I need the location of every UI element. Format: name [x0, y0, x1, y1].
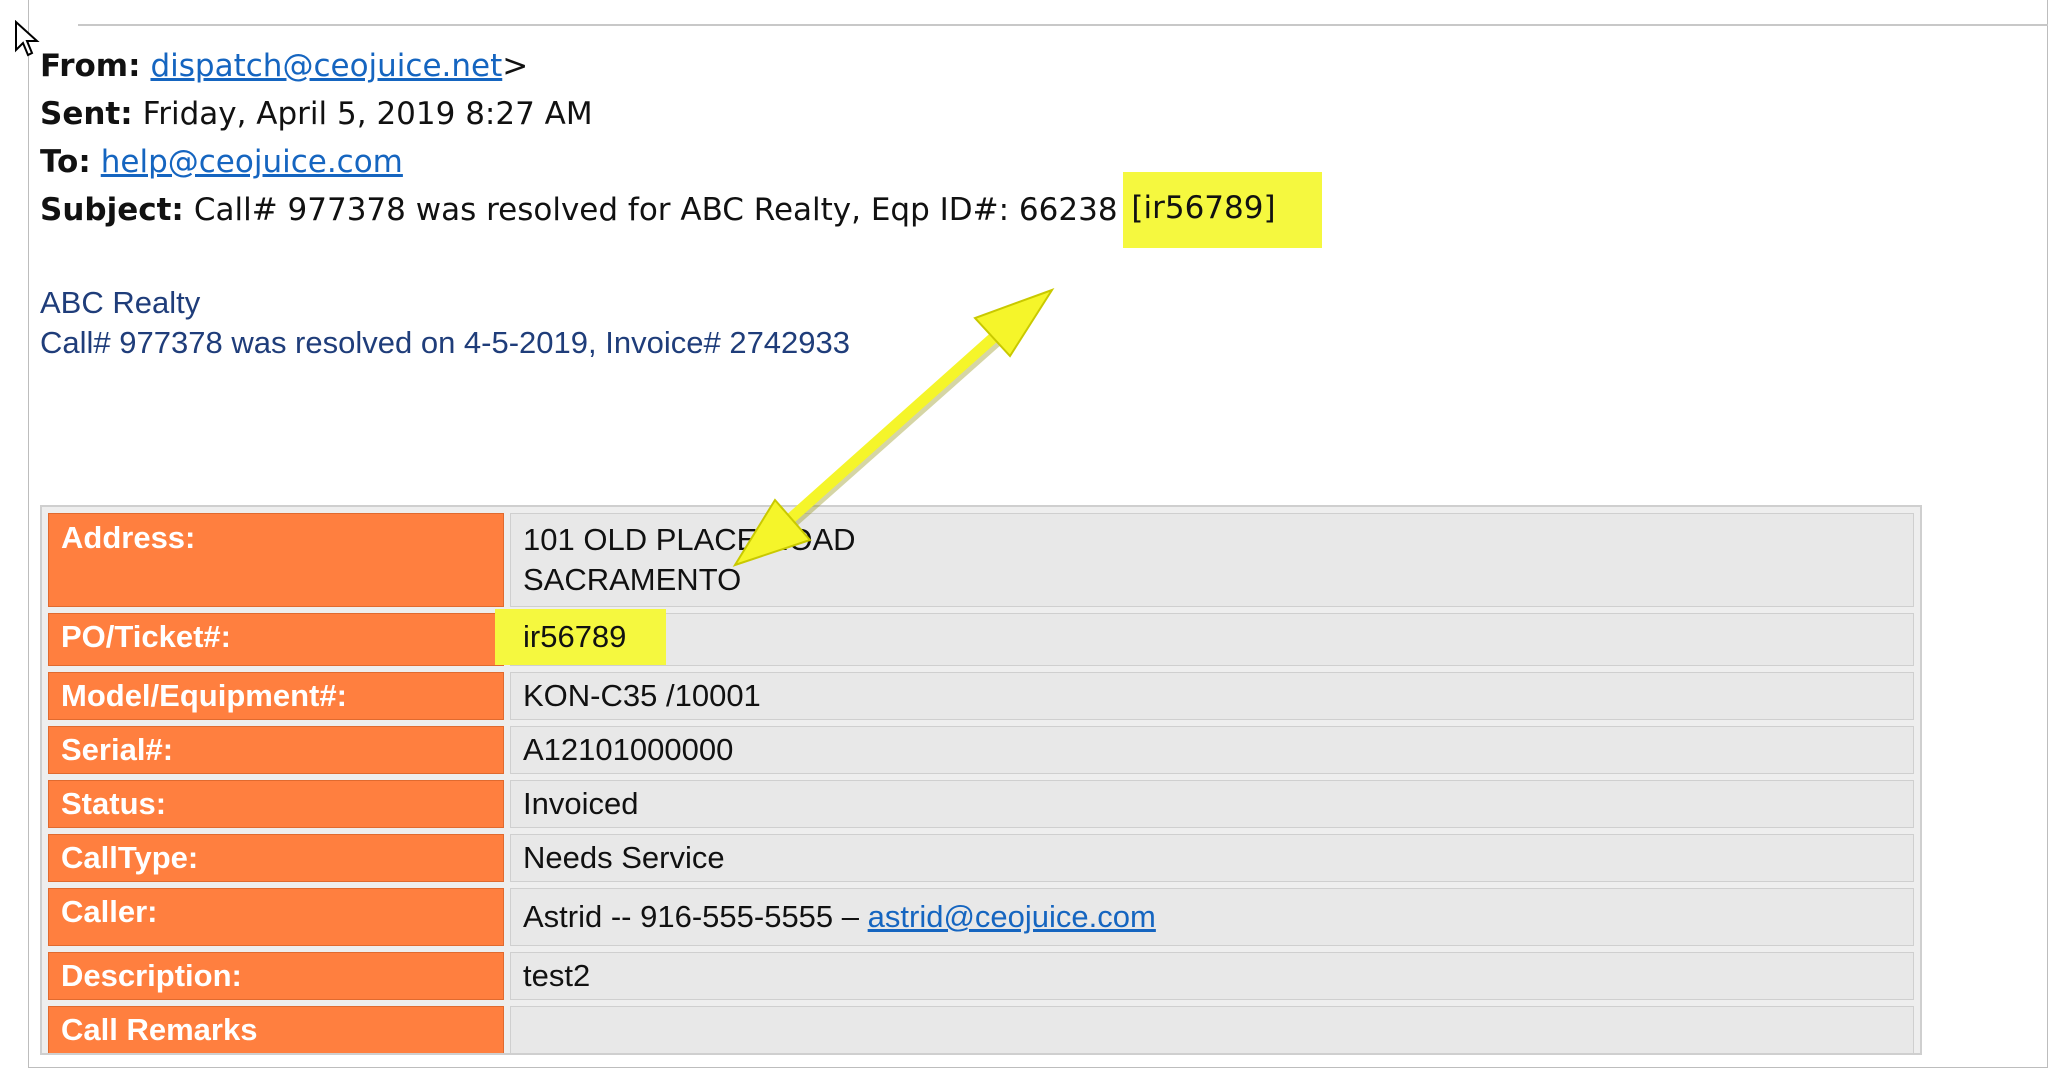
- address-line2: SACRAMENTO: [523, 562, 742, 597]
- po-value-cell: ir56789: [495, 609, 1914, 666]
- table-row: Address: 101 OLD PLACE ROAD SACRAMENTO: [48, 513, 1914, 607]
- calltype-value: Needs Service: [510, 834, 1914, 882]
- caller-email-link[interactable]: astrid@ceojuice.com: [868, 899, 1156, 934]
- from-label: From:: [40, 48, 141, 84]
- po-value: ir56789: [495, 609, 667, 665]
- to-label: To:: [40, 144, 91, 180]
- sent-value: Friday, April 5, 2019 8:27 AM: [142, 96, 593, 132]
- subject-ticket-highlight: [ir56789]: [1123, 172, 1322, 248]
- mouse-pointer-icon: [15, 20, 40, 57]
- status-label: Status:: [48, 780, 504, 828]
- email-header: From: dispatch@ceojuice.net> Sent: Friday,…: [40, 42, 1322, 248]
- subject-text: Call# 977378 was resolved for ABC Realty…: [193, 192, 1118, 228]
- caller-value: Astrid -- 916-555-5555 – astrid@ceojuice…: [510, 888, 1914, 946]
- from-row: From: dispatch@ceojuice.net>: [40, 42, 1322, 90]
- table-row: Model/Equipment#: KON-C35 /10001: [48, 672, 1914, 720]
- table-row: Status: Invoiced: [48, 780, 1914, 828]
- caller-text: Astrid -- 916-555-5555 –: [523, 899, 860, 934]
- po-label: PO/Ticket#:: [48, 613, 504, 666]
- caller-label: Caller:: [48, 888, 504, 946]
- address-line1: 101 OLD PLACE ROAD: [523, 522, 856, 557]
- model-label: Model/Equipment#:: [48, 672, 504, 720]
- remarks-label: Call Remarks: [48, 1006, 504, 1053]
- description-value: test2: [510, 952, 1914, 1000]
- sent-label: Sent:: [40, 96, 133, 132]
- table-row: Caller: Astrid -- 916-555-5555 – astrid@…: [48, 888, 1914, 946]
- serial-value: A12101000000: [510, 726, 1914, 774]
- status-value: Invoiced: [510, 780, 1914, 828]
- resolution-summary: Call# 977378 was resolved on 4-5-2019, I…: [40, 325, 851, 360]
- calltype-label: CallType:: [48, 834, 504, 882]
- address-label: Address:: [48, 513, 504, 607]
- table-row: Call Remarks: [48, 1006, 1914, 1053]
- call-details-table: Address: 101 OLD PLACE ROAD SACRAMENTO P…: [40, 505, 1922, 1055]
- subject-row: Subject: Call# 977378 was resolved for AB…: [40, 172, 1322, 248]
- table-row: CallType: Needs Service: [48, 834, 1914, 882]
- description-label: Description:: [48, 952, 504, 1000]
- table-row: PO/Ticket#: ir56789: [48, 609, 1914, 666]
- from-suffix: >: [502, 48, 529, 84]
- table-row: Serial#: A12101000000: [48, 726, 1914, 774]
- model-value: KON-C35 /10001: [510, 672, 1914, 720]
- from-email-link[interactable]: dispatch@ceojuice.net: [150, 48, 502, 84]
- email-intro: ABC Realty Call# 977378 was resolved on …: [40, 283, 850, 363]
- to-email-link[interactable]: help@ceojuice.com: [101, 144, 403, 180]
- company-name: ABC Realty: [40, 285, 201, 320]
- divider-line: [78, 24, 2048, 26]
- remarks-value: [510, 1006, 1914, 1053]
- serial-label: Serial#:: [48, 726, 504, 774]
- table-row: Description: test2: [48, 952, 1914, 1000]
- address-value: 101 OLD PLACE ROAD SACRAMENTO: [510, 513, 1914, 607]
- subject-label: Subject:: [40, 192, 184, 228]
- sent-row: Sent: Friday, April 5, 2019 8:27 AM: [40, 90, 1322, 138]
